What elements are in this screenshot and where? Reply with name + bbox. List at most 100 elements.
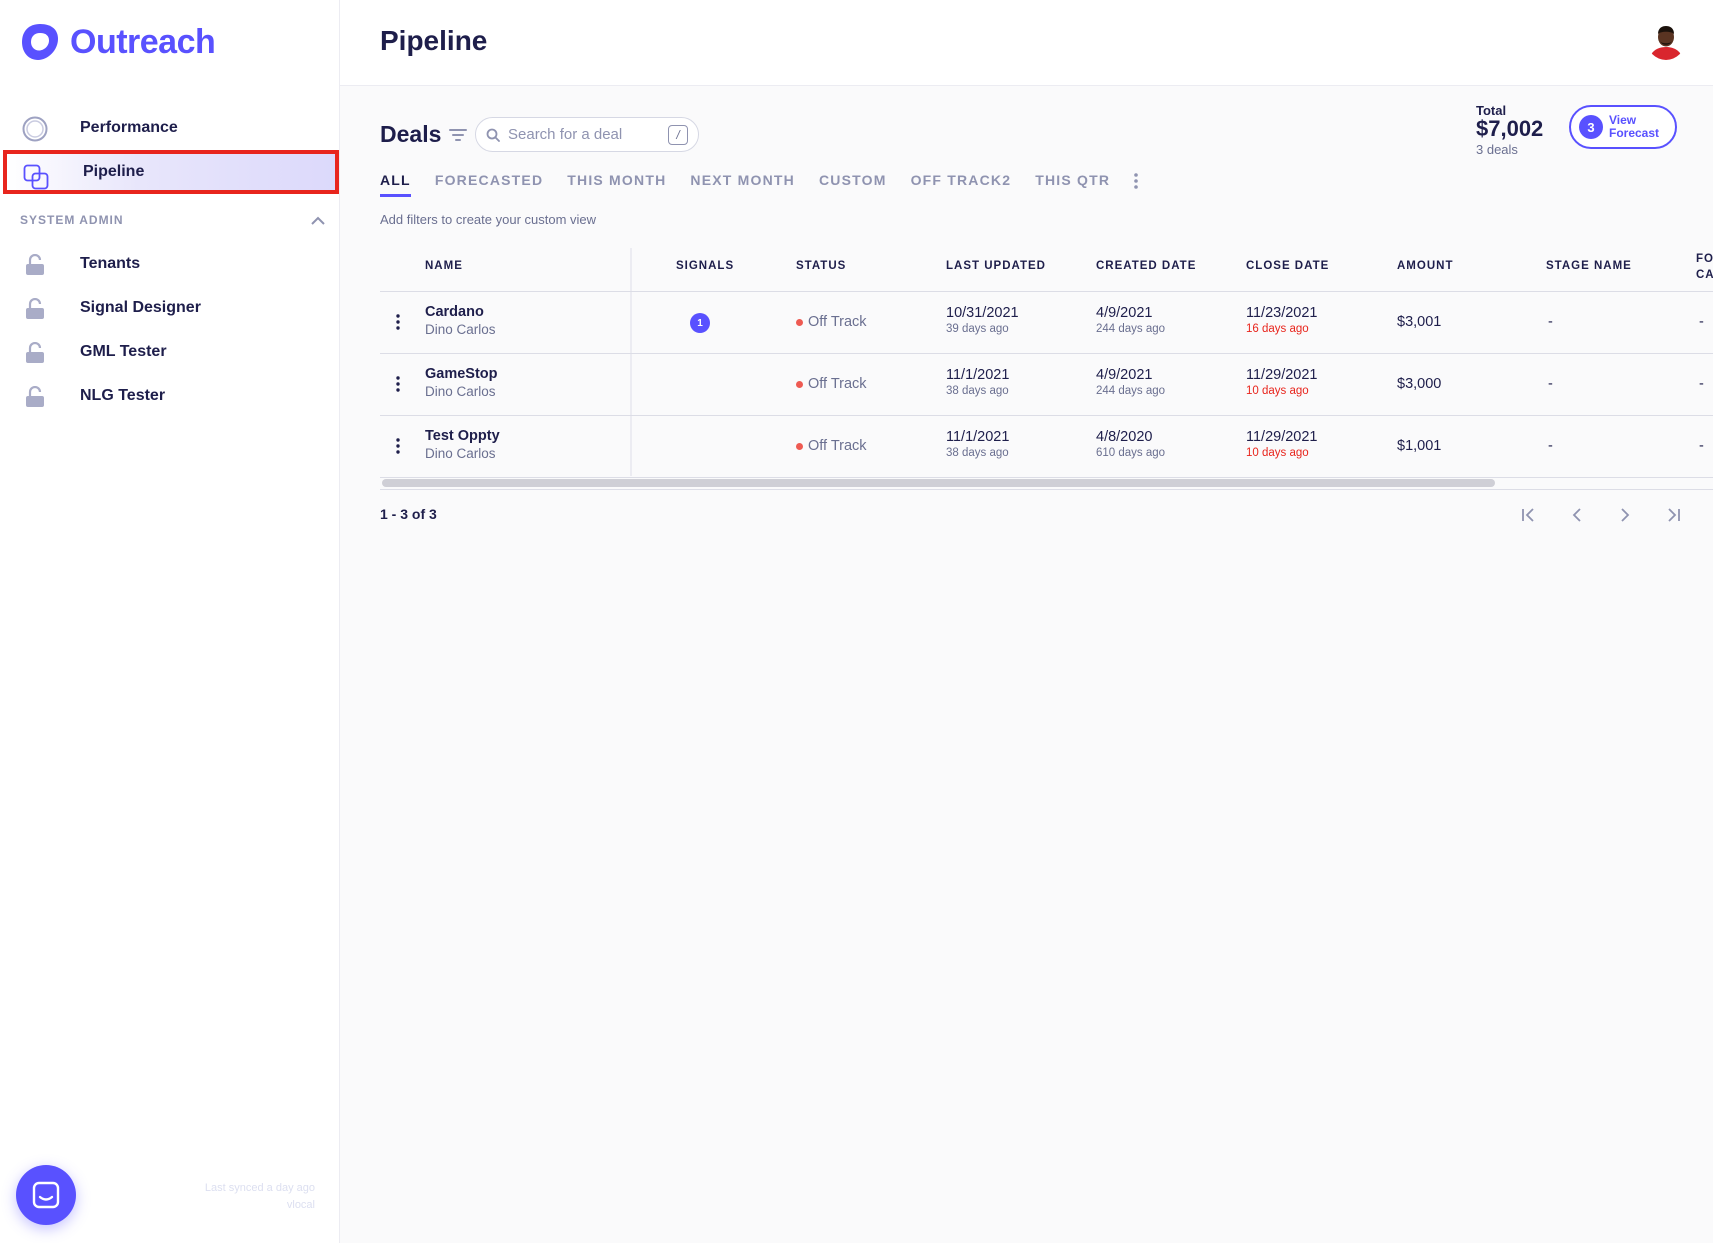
table-bottom-border <box>380 489 1713 490</box>
chat-button[interactable] <box>16 1165 76 1225</box>
lock-icon <box>22 384 48 410</box>
table-row[interactable]: Cardano Dino Carlos 1 Off Track 10/31/20… <box>380 292 1713 354</box>
column-header-signals[interactable]: SIGNALS <box>676 260 734 272</box>
close-date-cell: 11/29/2021 10 days ago <box>1246 429 1318 459</box>
sidebar-item-label: NLG Tester <box>80 387 166 404</box>
table-row[interactable]: GameStop Dino Carlos Off Track 11/1/2021… <box>380 354 1713 416</box>
sidebar-item-tenants[interactable]: Tenants <box>0 242 340 286</box>
previous-page-button[interactable] <box>1568 506 1586 524</box>
first-page-icon <box>1522 508 1534 522</box>
last-page-button[interactable] <box>1664 506 1682 524</box>
tab-custom[interactable]: CUSTOM <box>819 172 887 194</box>
sidebar-item-performance[interactable]: Performance <box>0 106 340 150</box>
search-icon <box>486 128 500 142</box>
next-page-button[interactable] <box>1616 506 1634 524</box>
deals-title: Deals <box>380 121 442 147</box>
first-page-button[interactable] <box>1520 506 1538 524</box>
forecast-label-line2: Forecast <box>1609 126 1660 140</box>
signal-count-badge[interactable]: 1 <box>690 313 710 333</box>
sidebar-item-pipeline[interactable]: Pipeline <box>3 150 339 194</box>
search-shortcut-hint: / <box>668 125 688 145</box>
status-text: Off Track <box>808 314 867 330</box>
filter-icon[interactable] <box>449 127 467 143</box>
sidebar-item-label: Signal Designer <box>80 299 201 316</box>
created-date-cell: 4/8/2020 610 days ago <box>1096 429 1165 459</box>
column-header-truncated[interactable]: FO CA <box>1696 251 1713 283</box>
sidebar-item-signal-designer[interactable]: Signal Designer <box>0 286 340 330</box>
last-updated-date: 11/1/2021 <box>946 429 1010 445</box>
tab-this-qtr[interactable]: THIS QTR <box>1035 172 1110 194</box>
column-header-truncated-line2: CA <box>1696 269 1713 281</box>
row-menu-icon[interactable] <box>396 376 400 392</box>
deal-name[interactable]: Test Oppty <box>425 428 500 444</box>
deal-owner: Dino Carlos <box>425 384 496 399</box>
deal-name[interactable]: GameStop <box>425 366 498 382</box>
sidebar-item-label: Tenants <box>80 255 141 272</box>
created-ago: 610 days ago <box>1096 447 1166 459</box>
deal-view-tabs: ALL FORECASTED THIS MONTH NEXT MONTH CUS… <box>380 172 1134 197</box>
deal-amount: $3,001 <box>1397 314 1442 330</box>
table-header: NAME SIGNALS STATUS LAST UPDATED CREATED… <box>380 248 1713 292</box>
horizontal-scrollbar[interactable] <box>382 479 1495 487</box>
sidebar-item-label: GML Tester <box>80 343 167 360</box>
deals-table: NAME SIGNALS STATUS LAST UPDATED CREATED… <box>380 248 1713 478</box>
outreach-logo-icon <box>22 24 58 60</box>
last-updated-ago: 38 days ago <box>946 447 1009 459</box>
more-tabs-icon[interactable] <box>1132 172 1140 190</box>
pipeline-total: Total $7,002 3 deals <box>1476 103 1543 157</box>
column-header-amount[interactable]: AMOUNT <box>1397 260 1453 272</box>
sync-status: Last synced a day ago vlocal <box>205 1180 315 1214</box>
avatar[interactable] <box>1647 22 1685 60</box>
custom-view-hint: Add filters to create your custom view <box>380 212 597 227</box>
stage-name-value: - <box>1548 438 1553 454</box>
column-header-last-updated[interactable]: LAST UPDATED <box>946 260 1046 272</box>
created-date: 4/8/2020 <box>1096 429 1153 445</box>
user-avatar-icon <box>1647 22 1685 60</box>
view-forecast-button[interactable]: 3 View Forecast <box>1569 105 1677 149</box>
column-header-close-date[interactable]: CLOSE DATE <box>1246 260 1329 272</box>
row-menu-icon[interactable] <box>396 314 400 330</box>
sidebar-item-gml-tester[interactable]: GML Tester <box>0 330 340 374</box>
close-ago: 16 days ago <box>1246 323 1309 335</box>
outreach-logo[interactable]: Outreach <box>20 22 216 62</box>
deal-status: Off Track <box>796 314 867 330</box>
last-updated-date: 11/1/2021 <box>946 367 1010 383</box>
column-header-created-date[interactable]: CREATED DATE <box>1096 260 1196 272</box>
column-header-status[interactable]: STATUS <box>796 260 846 272</box>
stage-name-value: - <box>1548 314 1553 330</box>
search-input[interactable] <box>508 126 658 143</box>
created-date-cell: 4/9/2021 244 days ago <box>1096 367 1165 397</box>
tab-next-month[interactable]: NEXT MONTH <box>690 172 795 194</box>
pipeline-icon <box>23 164 49 190</box>
system-admin-section-header[interactable]: SYSTEM ADMIN <box>20 212 325 228</box>
chevron-right-icon <box>1621 508 1630 522</box>
tab-this-month[interactable]: THIS MONTH <box>567 172 666 194</box>
tab-off-track2[interactable]: OFF TRACK2 <box>911 172 1012 194</box>
created-ago: 244 days ago <box>1096 323 1166 335</box>
column-header-name[interactable]: NAME <box>425 260 463 272</box>
tab-all[interactable]: ALL <box>380 172 411 197</box>
last-page-icon <box>1668 508 1680 522</box>
last-updated-date: 10/31/2021 <box>946 305 1019 321</box>
column-header-truncated-line1: FO <box>1696 253 1713 265</box>
created-date: 4/9/2021 <box>1096 367 1153 383</box>
last-updated-cell: 10/31/2021 39 days ago <box>946 305 1019 335</box>
table-row[interactable]: Test Oppty Dino Carlos Off Track 11/1/20… <box>380 416 1713 478</box>
sync-status-text: Last synced a day ago <box>204 1182 315 1194</box>
row-menu-icon[interactable] <box>396 438 400 454</box>
logo-text: Outreach <box>70 22 216 61</box>
column-header-stage-name[interactable]: STAGE NAME <box>1546 260 1632 272</box>
last-updated-cell: 11/1/2021 38 days ago <box>946 367 1009 397</box>
performance-icon <box>22 116 48 142</box>
truncated-column-value: - <box>1699 314 1704 330</box>
sidebar-item-nlg-tester[interactable]: NLG Tester <box>0 374 340 418</box>
version-text: vlocal <box>286 1199 315 1211</box>
tab-forecasted[interactable]: FORECASTED <box>435 172 543 194</box>
section-title: SYSTEM ADMIN <box>20 213 124 227</box>
chevron-up-icon[interactable] <box>311 216 325 225</box>
page-title: Pipeline <box>380 25 488 56</box>
deal-search[interactable]: / <box>475 117 699 152</box>
created-date-cell: 4/9/2021 244 days ago <box>1096 305 1165 335</box>
sidebar-item-label: Pipeline <box>83 163 145 180</box>
deal-name[interactable]: Cardano <box>425 304 496 320</box>
